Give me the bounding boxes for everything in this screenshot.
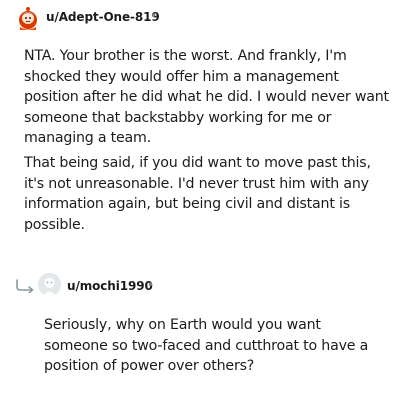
reply-arrow-icon	[16, 279, 34, 293]
username-link[interactable]: u/mochi1990	[67, 279, 153, 293]
default-avatar-icon[interactable]	[38, 273, 61, 296]
username-link[interactable]: u/Adept-One-819	[46, 10, 160, 24]
comment-mochi1990: u/mochi1990 • Seriously, why on Earth wo…	[0, 270, 400, 374]
comment-paragraph: Seriously, why on Earth would you want s…	[44, 317, 369, 375]
separator-dot: •	[150, 9, 158, 23]
comment-header: u/Adept-One-819 •	[0, 0, 400, 34]
user-avatar-icon[interactable]	[17, 6, 39, 30]
comment-header: u/mochi1990 •	[0, 270, 400, 304]
comment-adept-one-819: u/Adept-One-819 • NTA. Your brother is t…	[0, 0, 400, 233]
comment-paragraph: NTA. Your brother is the worst. And fran…	[24, 48, 389, 147]
comment-paragraph: That being said, if you did want to move…	[24, 155, 371, 233]
separator-dot: •	[147, 278, 155, 292]
